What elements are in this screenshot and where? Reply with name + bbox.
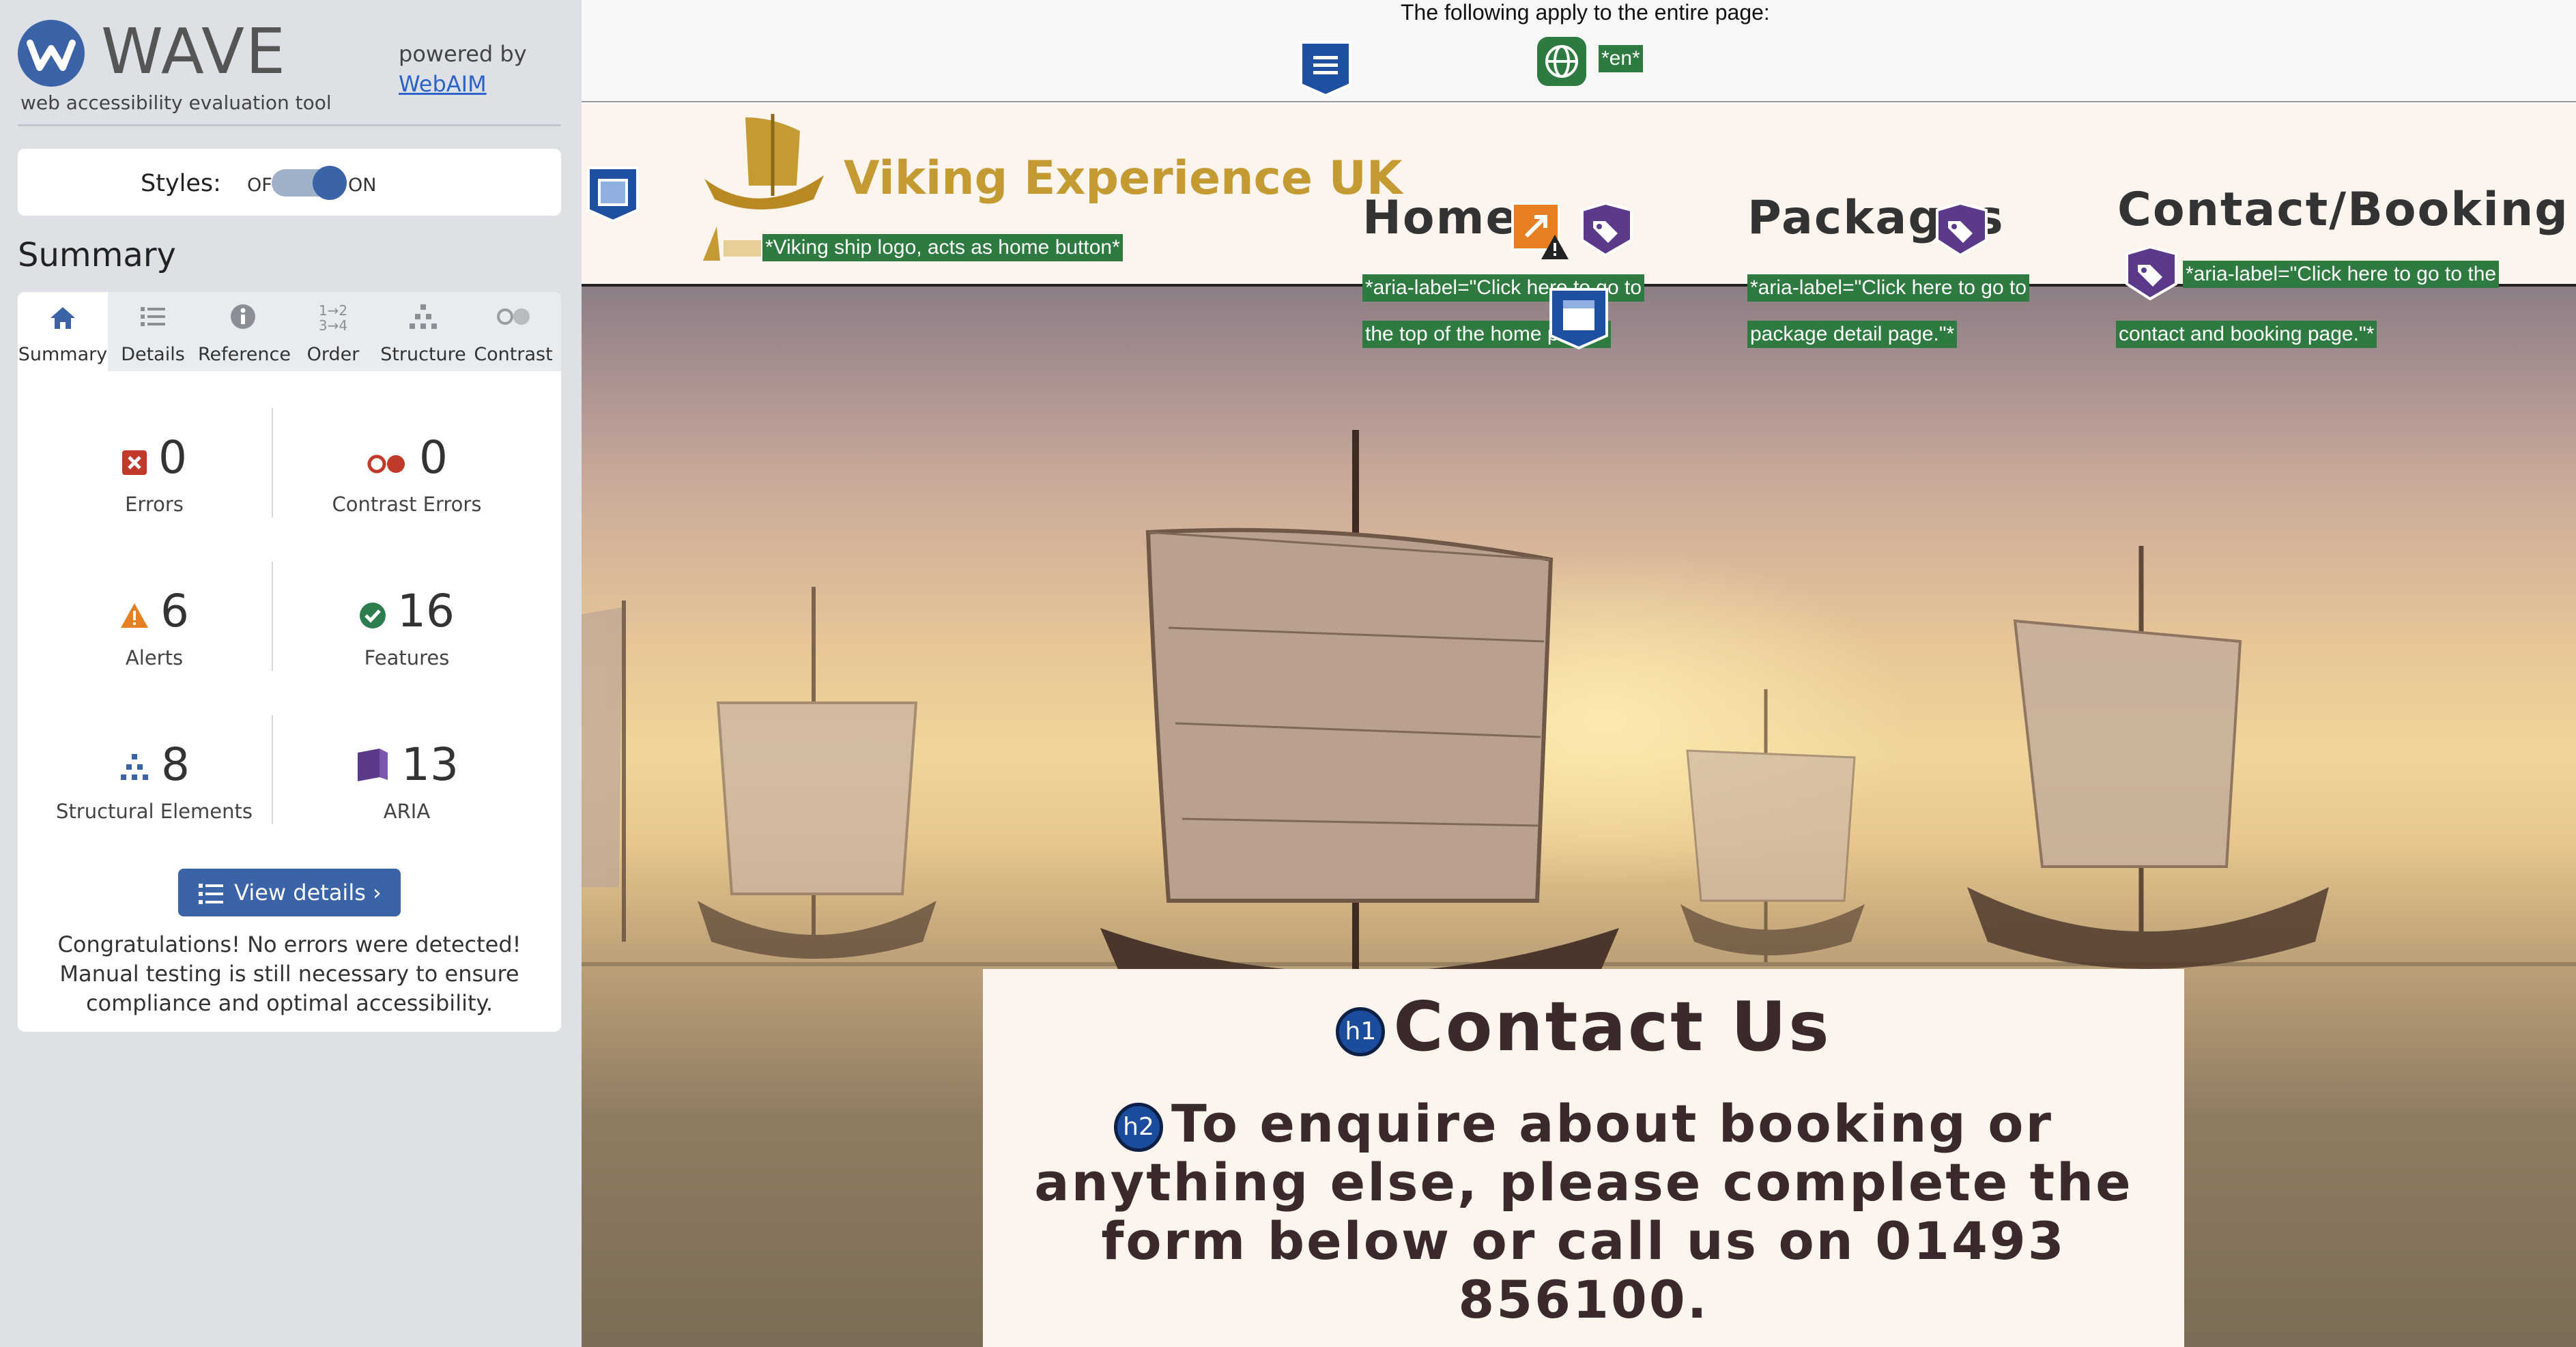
feature-icon <box>359 592 386 637</box>
tab-label: Order <box>306 344 360 365</box>
styles-label: Styles: <box>141 170 221 197</box>
tab-label: Reference <box>198 344 291 365</box>
packages-aria-label-line1: *aria-label="Click here to go to <box>1747 274 2030 302</box>
nav-structure-badge-icon[interactable] <box>1548 287 1609 353</box>
contrast-error-icon <box>366 438 408 483</box>
styles-on-label: ON <box>348 175 377 196</box>
tab-label: Summary <box>18 344 108 365</box>
tab-contrast[interactable]: Contrast <box>468 292 558 371</box>
styles-toggle-switch[interactable] <box>272 166 347 200</box>
entire-page-strip: The following apply to the entire page: … <box>582 0 2576 157</box>
summary-panel: Summary Details Reference 1→23→4 Order <box>18 292 561 1032</box>
small-logo-image <box>696 213 764 277</box>
metric-features[interactable]: 16 Features <box>291 589 523 669</box>
wave-tagline: web accessibility evaluation tool <box>20 91 332 114</box>
tab-summary[interactable]: Summary <box>18 292 108 371</box>
tab-label: Structure <box>380 344 466 365</box>
aria-icon <box>355 745 390 790</box>
features-count: 16 <box>397 585 455 637</box>
brand-name[interactable]: Viking Experience UK <box>844 151 1403 205</box>
metric-divider <box>272 562 273 671</box>
metric-structural-elements[interactable]: 8 Structural Elements <box>38 742 270 823</box>
tab-reference[interactable]: Reference <box>198 292 291 371</box>
metric-errors[interactable]: 0 Errors <box>38 435 270 516</box>
structure-badge-icon[interactable] <box>1298 40 1353 100</box>
aria-tag-icon[interactable] <box>1933 201 1990 261</box>
view-details-label: View details › <box>234 880 382 906</box>
structural-elements-count: 8 <box>161 738 190 791</box>
alerts-label: Alerts <box>125 646 184 669</box>
list-icon <box>199 884 224 904</box>
info-icon <box>198 302 288 339</box>
wave-title: WAVE <box>101 15 287 88</box>
metric-contrast-errors[interactable]: 0 Contrast Errors <box>291 435 523 516</box>
enquire-text: To enquire about booking or anything els… <box>1034 1093 2133 1330</box>
contact-us-heading: h1 Contact Us <box>983 987 2184 1067</box>
h2-badge-icon[interactable]: h2 <box>1114 1103 1163 1152</box>
metric-aria[interactable]: 13 ARIA <box>291 742 523 823</box>
errors-count: 0 <box>158 431 187 484</box>
styles-toggle-box: Styles: OFF ON <box>18 149 561 216</box>
header-structure-badge-icon[interactable] <box>586 165 640 225</box>
contact-aria-label-line2: contact and booking page."* <box>2116 321 2377 348</box>
tab-details[interactable]: Details <box>108 292 198 371</box>
sidebar-divider <box>18 124 561 126</box>
nav-home-link[interactable]: Home <box>1362 191 1519 245</box>
metric-divider <box>272 715 273 824</box>
aria-count: 13 <box>401 738 459 791</box>
contact-us-text: Contact Us <box>1393 987 1831 1067</box>
features-label: Features <box>364 646 450 669</box>
wave-logo-icon <box>18 20 85 87</box>
tab-order[interactable]: 1→2 3→4 Order <box>288 292 378 371</box>
aria-tag-icon[interactable] <box>1578 201 1635 261</box>
toggle-knob <box>313 166 347 200</box>
view-details-button[interactable]: View details › <box>178 869 401 916</box>
error-icon <box>121 438 147 483</box>
structure-icon <box>378 302 468 339</box>
summary-heading: Summary <box>18 236 176 274</box>
aria-label: ARIA <box>383 799 431 823</box>
alerts-count: 6 <box>160 585 189 637</box>
site-header: Viking Experience UK *Viking ship logo, … <box>582 104 2576 348</box>
contrast-errors-label: Contrast Errors <box>332 492 482 516</box>
contact-content-box: h1 Contact Us h2 To enquire about booking … <box>983 969 2184 1347</box>
language-globe-icon[interactable] <box>1536 35 1588 90</box>
structural-elements-label: Structural Elements <box>56 799 253 823</box>
contrast-errors-count: 0 <box>419 431 448 484</box>
redundant-link-alert-icon[interactable] <box>1510 201 1571 265</box>
contrast-icon <box>468 302 558 339</box>
tab-label: Contrast <box>474 344 553 365</box>
logo-alt-label: *Viking ship logo, acts as home button* <box>762 234 1123 261</box>
errors-label: Errors <box>125 492 184 516</box>
language-label: *en* <box>1599 45 1643 72</box>
tab-label: Details <box>121 344 185 365</box>
powered-by-text: powered by <box>399 41 527 67</box>
contact-aria-label-line1: *aria-label="Click here to go to the <box>2183 261 2500 288</box>
enquire-heading: h2 To enquire about booking or anything e… <box>1003 1095 2164 1329</box>
evaluated-page: The following apply to the entire page: … <box>582 0 2576 1347</box>
aria-tag-icon[interactable] <box>2123 244 2180 304</box>
h1-badge-icon[interactable]: h1 <box>1336 1006 1386 1056</box>
packages-aria-label-line2: package detail page."* <box>1747 321 1958 348</box>
wave-sidebar: WAVE web accessibility evaluation tool p… <box>0 0 582 1347</box>
list-icon <box>108 302 198 339</box>
tab-bar: Summary Details Reference 1→23→4 Order <box>18 292 561 371</box>
metric-alerts[interactable]: 6 Alerts <box>38 589 270 669</box>
tab-structure[interactable]: Structure <box>378 292 468 371</box>
home-icon <box>18 302 108 341</box>
viking-ship-logo[interactable] <box>698 111 827 216</box>
order-icon: 1→2 3→4 <box>318 302 348 334</box>
entire-page-note: The following apply to the entire page: <box>1401 0 1770 25</box>
congratulations-message: Congratulations! No errors were detected… <box>57 931 521 1016</box>
alert-icon <box>119 592 149 637</box>
structure-icon <box>119 745 150 790</box>
webaim-link[interactable]: WebAIM <box>399 71 487 97</box>
metric-divider <box>272 408 273 517</box>
nav-contact-booking-link[interactable]: Contact/Booking <box>2117 183 2569 237</box>
